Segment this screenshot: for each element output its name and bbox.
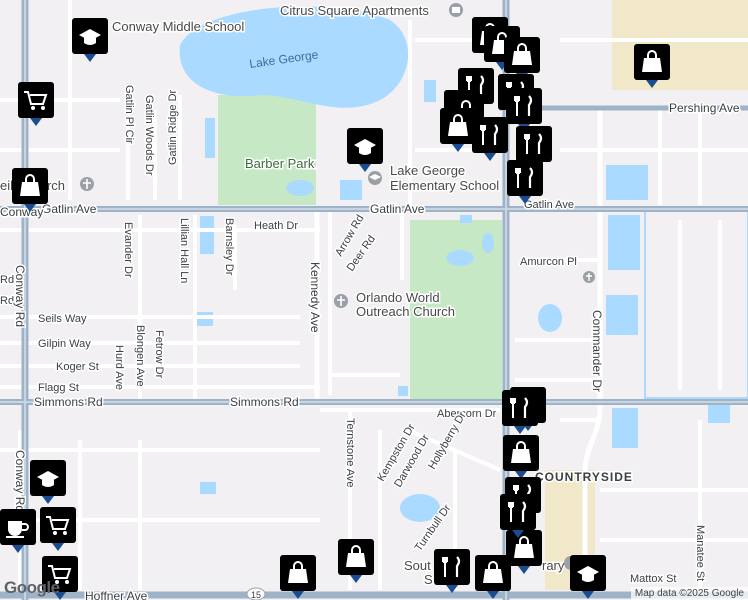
label-conway-area: Conway xyxy=(0,205,43,219)
church-dot-icon[interactable] xyxy=(334,294,348,308)
label-s-partial: S xyxy=(424,572,433,587)
label-orlando-world-2: Outreach Church xyxy=(356,304,455,319)
pond xyxy=(200,216,214,254)
pond xyxy=(482,233,494,253)
label-commander-dr: Commander Dr xyxy=(590,310,604,392)
label-evander-dr: Evander Dr xyxy=(122,222,134,278)
label-gatlin-ave-west: Gatlin Ave xyxy=(42,202,97,216)
pond xyxy=(460,215,472,223)
label-citrus-square: Citrus Square Apartments xyxy=(280,3,429,18)
label-gatlin-pl-cir: Gatlin Pl Cir xyxy=(123,85,135,144)
pond xyxy=(398,386,408,396)
map-attribution[interactable]: Map data ©2025 Google xyxy=(630,587,748,600)
pond xyxy=(612,408,638,448)
map-canvas: Gatlin Ave Gatlin Ave Gatlin Ave Heath D… xyxy=(0,0,748,600)
label-ternstone-ave: Ternstone Ave xyxy=(344,418,356,488)
pond xyxy=(708,405,730,423)
label-countryside: COUNTRYSIDE xyxy=(535,470,633,484)
label-rd-2: Rd xyxy=(0,295,14,307)
label-heath-dr: Heath Dr xyxy=(254,220,298,232)
pond xyxy=(538,304,562,332)
label-mattox-st: Mattox St xyxy=(630,573,676,585)
label-lillian-hall-ln: Lillian Hall Ln xyxy=(178,218,190,283)
pond xyxy=(446,250,474,266)
label-gatlin-ridge-dr: Gatlin Ridge Dr xyxy=(167,89,179,165)
svg-text:15: 15 xyxy=(251,590,261,600)
label-hoffner-ave: Hoffner Ave xyxy=(85,589,148,600)
label-simmons-rd-east: Simmons Rd xyxy=(230,395,299,409)
label-pershing-ave: Pershing Ave xyxy=(669,101,740,115)
landmark-dot-icon[interactable] xyxy=(449,3,463,17)
label-library-partial: rary xyxy=(542,558,565,573)
pond xyxy=(200,482,216,494)
label-lake-george-elem-2: Elementary School xyxy=(390,178,499,193)
label-koger-st: Koger St xyxy=(56,361,99,373)
label-kennedy-ave: Kennedy Ave xyxy=(308,262,322,333)
map-view[interactable]: Gatlin Ave Gatlin Ave Gatlin Ave Heath D… xyxy=(0,0,748,600)
label-gilpin-way: Gilpin Way xyxy=(38,338,91,350)
label-south-partial: Sout xyxy=(404,558,431,573)
pond xyxy=(424,80,436,102)
label-conway-rd-north: Conway Rd xyxy=(13,265,27,327)
label-hurd-ave: Hurd Ave xyxy=(113,345,125,390)
label-conway-middle: Conway Middle School xyxy=(112,19,244,34)
church-dot-icon[interactable] xyxy=(583,271,595,283)
church-dot-icon[interactable] xyxy=(80,177,94,191)
label-orlando-world-1: Orlando World xyxy=(356,290,440,305)
label-gatlin-woods-dr: Gatlin Woods Dr xyxy=(143,95,155,176)
label-barber-park: Barber Park xyxy=(245,156,315,171)
commercial-zone xyxy=(612,0,748,90)
pond xyxy=(606,165,648,200)
label-gatlin-ave-east: Gatlin Ave xyxy=(524,199,574,211)
pond xyxy=(608,215,640,270)
label-manatee-st: Manatee St xyxy=(694,525,706,581)
google-logo[interactable]: Google xyxy=(4,578,60,598)
label-conway-rd-south: Conway Rd xyxy=(13,450,27,512)
label-fetrow-dr: Fetrow Dr xyxy=(153,330,165,379)
label-simmons-rd-west: Simmons Rd xyxy=(34,395,103,409)
route-15-shield: 15 xyxy=(246,587,266,600)
pond xyxy=(286,180,314,196)
label-gatlin-ave: Gatlin Ave xyxy=(370,202,425,216)
label-blongen-ave: Blongen Ave xyxy=(134,325,146,387)
label-seils-way: Seils Way xyxy=(38,313,87,325)
pond xyxy=(606,295,638,335)
label-flagg-st: Flagg St xyxy=(38,382,79,394)
pond xyxy=(340,180,362,200)
label-rd-1: Rd xyxy=(0,274,14,286)
label-barnsley-dr: Barnsley Dr xyxy=(223,218,235,276)
label-amurcon-pl: Amurcon Pl xyxy=(520,256,577,268)
label-lake-george-elem-1: Lake George xyxy=(390,163,465,178)
school-dot-icon[interactable] xyxy=(368,171,382,185)
pond xyxy=(205,118,215,158)
